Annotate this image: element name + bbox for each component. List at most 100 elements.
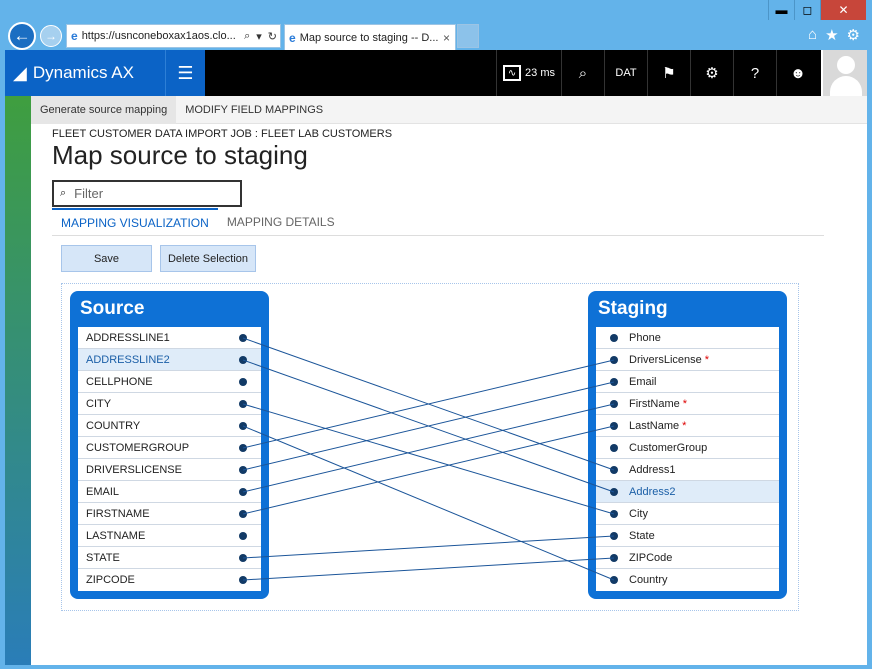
tab-mapping-visualization[interactable]: MAPPING VISUALIZATION: [52, 208, 218, 236]
dropdown-icon[interactable]: ▾: [256, 30, 262, 43]
tab-title[interactable]: Map source to staging -- D...: [300, 32, 443, 44]
minimize-button[interactable]: ▬: [768, 0, 794, 20]
home-icon[interactable]: ⌂: [808, 26, 817, 44]
staging-field-row[interactable]: City: [596, 503, 779, 525]
connector-dot-icon[interactable]: [610, 466, 618, 474]
pulse-icon: ∿: [503, 65, 522, 81]
connector-dot-icon[interactable]: [239, 334, 247, 342]
connector-dot-icon[interactable]: [239, 356, 247, 364]
performance-button[interactable]: ∿ 23 ms: [496, 50, 561, 96]
content-area: Generate source mapping MODIFY FIELD MAP…: [5, 96, 867, 665]
staging-field-label: Phone: [629, 331, 661, 344]
tab-mapping-details[interactable]: MAPPING DETAILS: [218, 208, 344, 236]
staging-field-row[interactable]: ZIPCode: [596, 547, 779, 569]
new-tab-button[interactable]: [457, 24, 479, 48]
staging-field-label: Address2: [629, 485, 676, 498]
connector-dot-icon[interactable]: [239, 466, 247, 474]
source-field-row[interactable]: CELLPHONE: [78, 371, 261, 393]
source-field-row[interactable]: ADDRESSLINE1: [78, 327, 261, 349]
connector-dot-icon[interactable]: [239, 378, 247, 386]
connector-dot-icon[interactable]: [610, 554, 618, 562]
filter-input[interactable]: ⌕ Filter: [52, 180, 242, 207]
tab-close-icon[interactable]: ×: [443, 31, 450, 45]
connector-dot-icon[interactable]: [610, 378, 618, 386]
menu-button[interactable]: ☰: [165, 50, 205, 96]
search-icon[interactable]: ⌕: [244, 30, 250, 43]
source-field-row[interactable]: DRIVERSLICENSE: [78, 459, 261, 481]
button-row: Save Delete Selection: [61, 245, 256, 272]
connector-dot-icon[interactable]: [610, 510, 618, 518]
gear-icon: ⚙: [705, 65, 719, 82]
company-picker[interactable]: DAT: [604, 50, 647, 96]
flag-button[interactable]: ⚑: [647, 50, 690, 96]
avatar-body-icon: [830, 76, 862, 96]
connector-dot-icon[interactable]: [239, 554, 247, 562]
source-field-row[interactable]: ZIPCODE: [78, 569, 261, 591]
connector-dot-icon[interactable]: [239, 510, 247, 518]
help-button[interactable]: ?: [733, 50, 776, 96]
gear-icon[interactable]: ⚙: [847, 26, 860, 44]
forward-button[interactable]: →: [40, 25, 62, 47]
staging-field-row[interactable]: Address1: [596, 459, 779, 481]
connector-dot-icon[interactable]: [610, 356, 618, 364]
connector-dot-icon[interactable]: [610, 488, 618, 496]
feedback-button[interactable]: ☻: [776, 50, 819, 96]
tab-modify-field-mappings[interactable]: MODIFY FIELD MAPPINGS: [176, 96, 332, 124]
required-marker: *: [682, 397, 688, 410]
refresh-icon[interactable]: ↻: [268, 30, 277, 43]
connector-dot-icon[interactable]: [610, 444, 618, 452]
connector-dot-icon[interactable]: [239, 422, 247, 430]
avatar[interactable]: [821, 50, 867, 96]
connector-dot-icon[interactable]: [610, 422, 618, 430]
save-button[interactable]: Save: [61, 245, 152, 272]
staging-field-row[interactable]: Country: [596, 569, 779, 591]
connector-dot-icon[interactable]: [610, 400, 618, 408]
connector-dot-icon[interactable]: [239, 532, 247, 540]
settings-button[interactable]: ⚙: [690, 50, 733, 96]
connector-dot-icon[interactable]: [239, 400, 247, 408]
source-field-row[interactable]: ADDRESSLINE2: [78, 349, 261, 371]
browser-tab[interactable]: e Map source to staging -- D... ×: [284, 24, 456, 50]
staging-field-row[interactable]: Email: [596, 371, 779, 393]
star-icon[interactable]: ★: [825, 26, 838, 44]
source-field-row[interactable]: CUSTOMERGROUP: [78, 437, 261, 459]
source-field-label: ADDRESSLINE2: [86, 353, 170, 366]
staging-field-row[interactable]: Address2: [596, 481, 779, 503]
address-bar[interactable]: e https://usnconeboxax1aos.clo... ⌕ ▾ ↻: [66, 24, 281, 48]
brand[interactable]: ◢ Dynamics AX: [5, 50, 165, 96]
source-field-label: ZIPCODE: [86, 574, 135, 586]
connector-dot-icon[interactable]: [239, 488, 247, 496]
staging-field-label: ZIPCode: [629, 551, 673, 564]
delete-selection-button[interactable]: Delete Selection: [160, 245, 256, 272]
source-field-label: COUNTRY: [86, 419, 141, 432]
source-field-row[interactable]: LASTNAME: [78, 525, 261, 547]
source-field-row[interactable]: STATE: [78, 547, 261, 569]
source-panel: Source ADDRESSLINE1 ADDRESSLINE2 CELLPHONE…: [70, 291, 269, 599]
connector-dot-icon[interactable]: [610, 532, 618, 540]
source-field-row[interactable]: COUNTRY: [78, 415, 261, 437]
maximize-button[interactable]: ◻: [794, 0, 820, 20]
source-field-label: ADDRESSLINE1: [86, 331, 170, 344]
search-icon: ⌕: [60, 187, 67, 199]
staging-field-row[interactable]: Phone: [596, 327, 779, 349]
source-field-row[interactable]: EMAIL: [78, 481, 261, 503]
back-button[interactable]: ←: [8, 22, 36, 50]
question-icon: ?: [750, 64, 760, 82]
tab-generate-source-mapping[interactable]: Generate source mapping: [31, 96, 177, 124]
staging-field-row[interactable]: CustomerGroup: [596, 437, 779, 459]
connector-dot-icon[interactable]: [610, 576, 618, 584]
connector-dot-icon[interactable]: [610, 334, 618, 342]
close-window-button[interactable]: ✕: [820, 0, 866, 20]
browser-right-icons: ⌂ ★ ⚙: [808, 26, 860, 44]
address-url[interactable]: https://usnconeboxax1aos.clo...: [82, 30, 241, 42]
staging-field-row[interactable]: LastName *: [596, 415, 779, 437]
search-button[interactable]: ⌕: [561, 50, 604, 96]
source-field-row[interactable]: FIRSTNAME: [78, 503, 261, 525]
staging-field-row[interactable]: State: [596, 525, 779, 547]
connector-dot-icon[interactable]: [239, 576, 247, 584]
source-field-row[interactable]: CITY: [78, 393, 261, 415]
staging-field-label: LastName: [629, 419, 680, 432]
connector-dot-icon[interactable]: [239, 444, 247, 452]
staging-field-row[interactable]: DriversLicense *: [596, 349, 779, 371]
staging-field-row[interactable]: FirstName *: [596, 393, 779, 415]
